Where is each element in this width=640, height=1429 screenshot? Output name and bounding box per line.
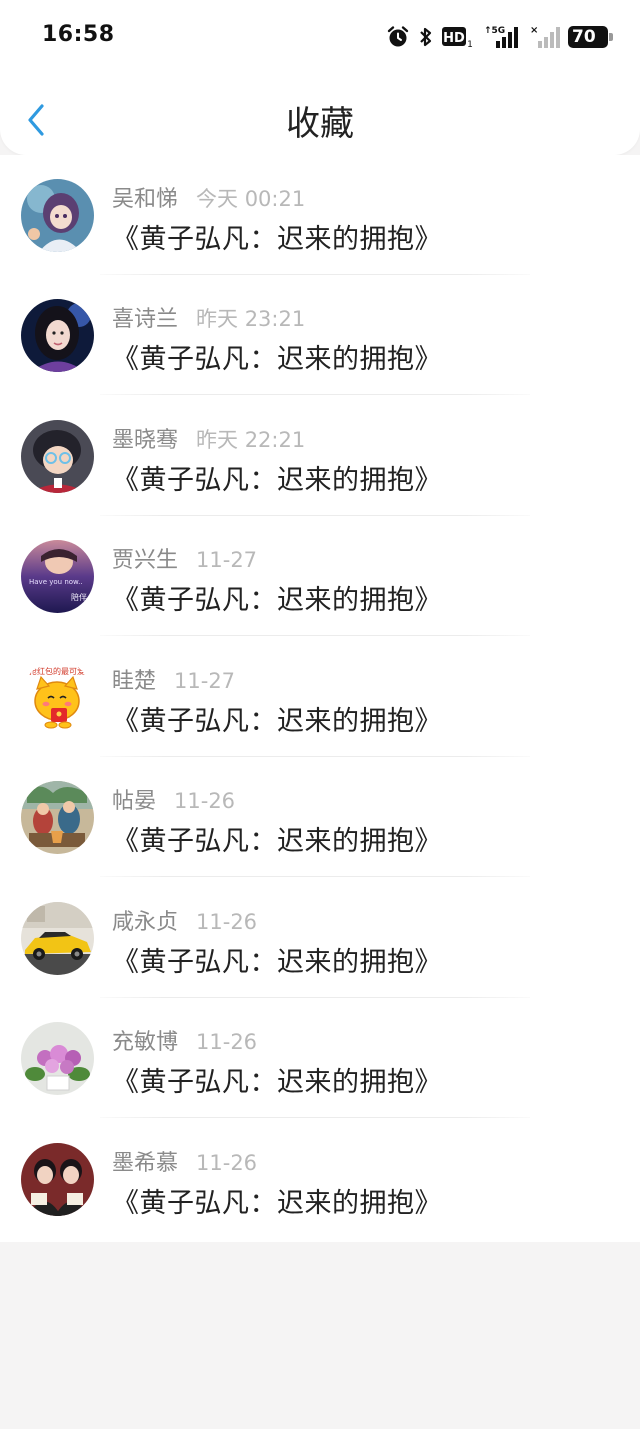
favorite-item[interactable]: 咸永贞 11-26 《黄子弘凡：迟来的拥抱》 (0, 878, 640, 998)
article-title[interactable]: 《黄子弘凡：迟来的拥抱》 (112, 458, 442, 497)
favorite-item[interactable]: Have you now.. 陪伴 贾兴生 11-27 《黄子弘凡：迟来的拥抱》 (0, 516, 640, 636)
user-name: 帖晏 (112, 789, 157, 814)
avatar[interactable] (21, 781, 94, 854)
timestamp: 11-26 (196, 1030, 258, 1054)
article-title[interactable]: 《黄子弘凡：迟来的拥抱》 (112, 578, 442, 617)
user-name: 喜诗兰 (112, 307, 179, 332)
favorite-item[interactable]: 帖晏 11-26 《黄子弘凡：迟来的拥抱》 (0, 757, 640, 877)
timestamp: 11-27 (174, 669, 236, 693)
timestamp: 11-26 (196, 1151, 258, 1175)
svg-text:↑5G: ↑5G (484, 26, 505, 36)
timestamp: 今天 00:21 (196, 187, 306, 211)
item-meta: 墨希慕 11-26 (112, 1145, 258, 1176)
divider (100, 635, 530, 636)
divider (100, 1117, 530, 1118)
alarm-icon (386, 25, 410, 49)
hd-icon: HD 1 (442, 25, 474, 49)
avatar[interactable] (21, 179, 94, 252)
status-time: 16:58 (42, 22, 115, 47)
avatar[interactable] (21, 1022, 94, 1095)
article-title[interactable]: 《黄子弘凡：迟来的拥抱》 (112, 1060, 442, 1099)
favorite-item[interactable]: 墨晓骞 昨天 22:21 《黄子弘凡：迟来的拥抱》 (0, 396, 640, 516)
article-title[interactable]: 《黄子弘凡：迟来的拥抱》 (112, 699, 442, 738)
item-meta: 喜诗兰 昨天 23:21 (112, 301, 306, 332)
divider (100, 394, 530, 395)
favorite-item[interactable]: 吴和悌 今天 00:21 《黄子弘凡：迟来的拥抱》 (0, 155, 640, 275)
favorites-list: 吴和悌 今天 00:21 《黄子弘凡：迟来的拥抱》 喜诗兰 昨天 23:21 《… (0, 155, 640, 1242)
item-meta: 墨晓骞 昨天 22:21 (112, 422, 306, 453)
timestamp: 11-26 (174, 789, 236, 813)
header-bar: 16:58 HD 1 ↑5G × 70 收藏 (0, 0, 640, 155)
svg-text:Have you now..: Have you now.. (29, 578, 83, 586)
favorite-item[interactable]: 墨希慕 11-26 《黄子弘凡：迟来的拥抱》 (0, 1119, 640, 1239)
user-name: 咸永贞 (112, 910, 179, 935)
status-icons: HD 1 ↑5G × 70 (386, 24, 613, 50)
favorite-item[interactable]: 喜诗兰 昨天 23:21 《黄子弘凡：迟来的拥抱》 (0, 275, 640, 395)
item-meta: 帖晏 11-26 (112, 783, 236, 814)
svg-text:HD: HD (443, 31, 465, 46)
svg-text:×: × (530, 25, 538, 36)
timestamp: 11-26 (196, 910, 258, 934)
article-title[interactable]: 《黄子弘凡：迟来的拥抱》 (112, 337, 442, 376)
svg-text:陪伴: 陪伴 (71, 592, 87, 602)
timestamp: 昨天 22:21 (196, 428, 306, 452)
status-bar: 16:58 HD 1 ↑5G × 70 (0, 0, 640, 72)
timestamp: 11-27 (196, 548, 258, 572)
avatar[interactable] (21, 299, 94, 372)
signal-icon: × (530, 24, 560, 50)
item-meta: 眭楚 11-27 (112, 663, 236, 694)
favorite-item[interactable]: 抢红包的最可爱 眭楚 11-27 《黄子弘凡：迟来的拥抱》 (0, 637, 640, 757)
timestamp: 昨天 23:21 (196, 307, 306, 331)
user-name: 墨希慕 (112, 1151, 179, 1176)
avatar[interactable] (21, 902, 94, 975)
bluetooth-icon (418, 25, 434, 49)
item-meta: 充敏博 11-26 (112, 1024, 258, 1055)
item-meta: 咸永贞 11-26 (112, 904, 258, 935)
article-title[interactable]: 《黄子弘凡：迟来的拥抱》 (112, 1181, 442, 1220)
svg-text:1: 1 (467, 40, 473, 49)
svg-text:抢红包的最可爱: 抢红包的最可爱 (29, 666, 85, 676)
favorite-item[interactable]: 充敏博 11-26 《黄子弘凡：迟来的拥抱》 (0, 998, 640, 1118)
avatar[interactable]: 抢红包的最可爱 (21, 661, 94, 734)
signal-5g-icon: ↑5G (482, 24, 522, 50)
user-name: 贾兴生 (112, 548, 179, 573)
page-title: 收藏 (286, 104, 354, 144)
avatar[interactable] (21, 420, 94, 493)
divider (100, 876, 530, 877)
battery-icon: 70 (568, 26, 613, 48)
avatar[interactable] (21, 1143, 94, 1216)
article-title[interactable]: 《黄子弘凡：迟来的拥抱》 (112, 819, 442, 858)
user-name: 吴和悌 (112, 187, 179, 212)
user-name: 充敏博 (112, 1030, 179, 1055)
user-name: 墨晓骞 (112, 428, 179, 453)
avatar[interactable]: Have you now.. 陪伴 (21, 540, 94, 613)
article-title[interactable]: 《黄子弘凡：迟来的拥抱》 (112, 940, 442, 979)
item-meta: 吴和悌 今天 00:21 (112, 181, 306, 212)
article-title[interactable]: 《黄子弘凡：迟来的拥抱》 (112, 217, 442, 256)
user-name: 眭楚 (112, 669, 157, 694)
item-meta: 贾兴生 11-27 (112, 542, 258, 573)
